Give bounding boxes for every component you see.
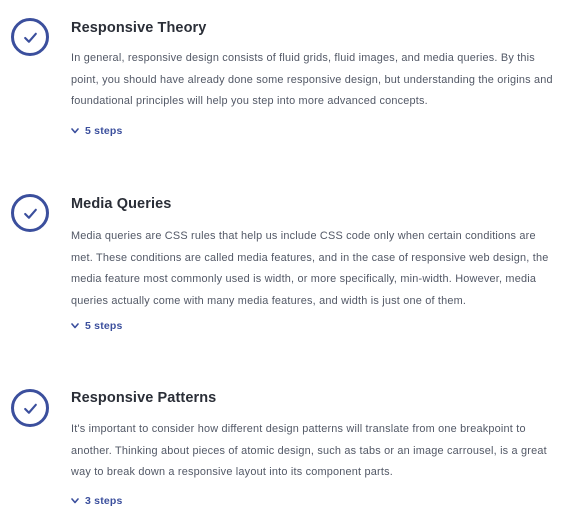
steps-label: 3 steps <box>85 495 123 507</box>
lesson-description: Media queries are CSS rules that help us… <box>71 230 549 307</box>
lesson-title: Responsive Patterns <box>71 390 217 406</box>
steps-toggle[interactable]: 5 steps <box>71 320 123 332</box>
steps-label: 5 steps <box>85 320 123 332</box>
check-circle-icon <box>11 18 49 56</box>
check-circle-icon <box>11 194 49 232</box>
chevron-down-icon <box>71 128 79 134</box>
steps-toggle[interactable]: 3 steps <box>71 495 123 507</box>
lesson-description: It's important to consider how different… <box>71 423 547 478</box>
steps-toggle[interactable]: 5 steps <box>71 125 123 137</box>
lesson-title: Responsive Theory <box>71 20 207 36</box>
steps-label: 5 steps <box>85 125 123 137</box>
chevron-down-icon <box>71 498 79 504</box>
check-circle-icon <box>11 389 49 427</box>
chevron-down-icon <box>71 323 79 329</box>
lesson-title: Media Queries <box>71 196 172 212</box>
lesson-description: In general, responsive design consists o… <box>71 52 553 107</box>
